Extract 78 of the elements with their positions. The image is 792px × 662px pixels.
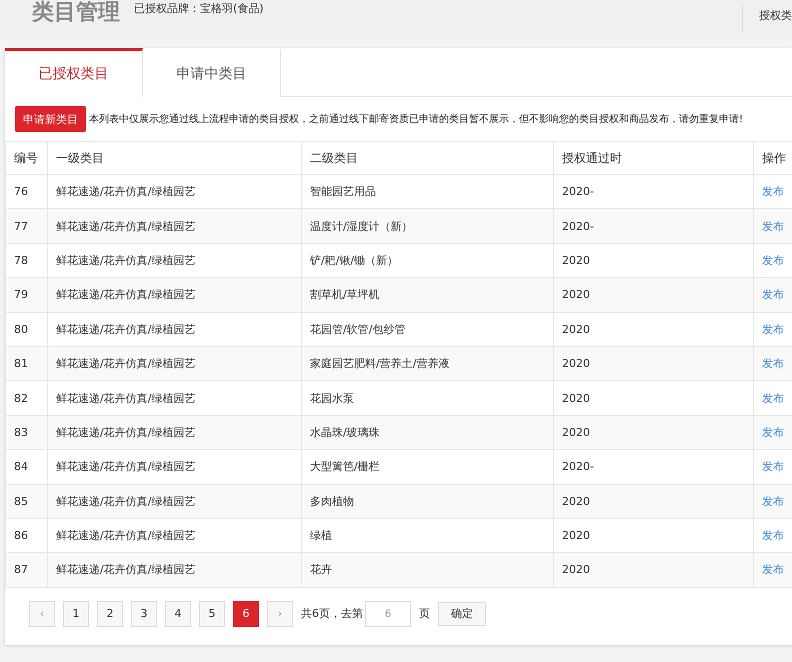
table-cell: 花园管/软管/包纱管 bbox=[301, 312, 553, 346]
table-cell: 温度计/湿度计（新） bbox=[301, 208, 553, 243]
column-header: 操作 bbox=[753, 141, 792, 174]
publish-link[interactable]: 发布 bbox=[762, 390, 784, 406]
authorized-categories-link[interactable]: 授权类 bbox=[742, 4, 792, 32]
table-cell: 鲜花速递/花卉仿真/绿植园艺 bbox=[47, 277, 301, 312]
table-cell: 2020 bbox=[553, 380, 753, 415]
table-cell: 2020 bbox=[553, 414, 753, 450]
table-cell: 81 bbox=[5, 346, 47, 380]
table-cell: 鲜花速递/花卉仿真/绿植园艺 bbox=[47, 174, 301, 208]
prev-page-button[interactable]: ‹ bbox=[29, 600, 55, 627]
table-cell: 鲜花速递/花卉仿真/绿植园艺 bbox=[47, 208, 301, 243]
table-cell: 84 bbox=[5, 449, 47, 484]
page-button[interactable]: 4 bbox=[165, 600, 191, 627]
table-cell: 2020 bbox=[553, 242, 753, 278]
next-page-button[interactable]: › bbox=[267, 600, 293, 627]
page-button[interactable]: 3 bbox=[131, 600, 157, 627]
confirm-button[interactable]: 确定 bbox=[438, 602, 486, 626]
table-cell: 2020- bbox=[553, 208, 753, 243]
table-cell: 2020- bbox=[553, 174, 753, 208]
table-cell: 鲜花速递/花卉仿真/绿植园艺 bbox=[47, 484, 301, 518]
page-summary: 共6页，去第 bbox=[301, 606, 363, 622]
column-header: 编号 bbox=[5, 141, 47, 174]
publish-link[interactable]: 发布 bbox=[762, 528, 784, 544]
table-cell: 鲜花速递/花卉仿真/绿植园艺 bbox=[47, 518, 301, 552]
table-cell: 鲜花速递/花卉仿真/绿植园艺 bbox=[47, 380, 301, 415]
table-cell: 78 bbox=[5, 242, 47, 278]
table-cell: 水晶珠/玻璃珠 bbox=[301, 414, 553, 450]
table-cell: 2020 bbox=[553, 312, 753, 346]
table-cell: 80 bbox=[5, 312, 47, 346]
apply-category-button[interactable]: 申请新类目 bbox=[15, 106, 86, 132]
column-header: 二级类目 bbox=[301, 141, 553, 174]
table-cell: 2020 bbox=[553, 277, 753, 312]
table-cell: 76 bbox=[5, 174, 47, 208]
brand-label: 已授权品牌：宝格羽(食品) bbox=[134, 1, 264, 17]
publish-link[interactable]: 发布 bbox=[762, 322, 784, 337]
page-button[interactable]: 6 bbox=[233, 600, 259, 627]
page-title: 类目管理 bbox=[32, 0, 120, 26]
publish-link[interactable]: 发布 bbox=[762, 459, 784, 474]
table-cell: 77 bbox=[5, 208, 47, 243]
table-cell: 85 bbox=[5, 484, 47, 518]
table-cell: 多肉植物 bbox=[301, 484, 553, 518]
table-cell: 家庭园艺肥料/营养土/营养液 bbox=[301, 346, 553, 380]
table-cell: 79 bbox=[5, 277, 47, 312]
table-cell: 鲜花速递/花卉仿真/绿植园艺 bbox=[47, 312, 301, 346]
table-cell: 割草机/草坪机 bbox=[301, 277, 553, 312]
column-header: 授权通过时 bbox=[553, 141, 753, 174]
table-cell: 2020 bbox=[553, 518, 753, 552]
table-cell: 鲜花速递/花卉仿真/绿植园艺 bbox=[47, 414, 301, 450]
publish-link[interactable]: 发布 bbox=[762, 184, 784, 200]
table-cell: 2020 bbox=[553, 552, 753, 587]
page-unit: 页 bbox=[419, 606, 430, 622]
table-cell: 花园水泵 bbox=[301, 380, 553, 415]
table-cell: 大型篱笆/栅栏 bbox=[301, 449, 553, 484]
tab[interactable]: 申请中类目 bbox=[143, 48, 281, 97]
table-cell: 87 bbox=[5, 552, 47, 587]
table-cell: 82 bbox=[5, 380, 47, 415]
page-button[interactable]: 2 bbox=[97, 600, 123, 627]
column-header: 一级类目 bbox=[47, 141, 301, 174]
table-cell: 86 bbox=[5, 518, 47, 552]
tab[interactable]: 已授权类目 bbox=[5, 48, 143, 97]
table-cell: 83 bbox=[5, 414, 47, 450]
page-button[interactable]: 1 bbox=[63, 600, 89, 627]
table-cell: 2020 bbox=[553, 484, 753, 518]
notice-text: 本列表中仅展示您通过线上流程申请的类目授权，之前通过线下邮寄资质已申请的类目暂不展示，但不影响您的类目授权和商品发布，请勿重复申请! bbox=[89, 112, 744, 126]
publish-link[interactable]: 发布 bbox=[762, 252, 784, 268]
table-cell: 鲜花速递/花卉仿真/绿植园艺 bbox=[47, 242, 301, 278]
table-cell: 鲜花速递/花卉仿真/绿植园艺 bbox=[47, 449, 301, 484]
table-cell: 智能园艺用品 bbox=[301, 174, 553, 208]
table-cell: 鲜花速递/花卉仿真/绿植园艺 bbox=[47, 552, 301, 587]
table-cell: 2020- bbox=[553, 449, 753, 484]
table-cell: 铲/耙/锹/锄（新） bbox=[301, 242, 553, 278]
table-cell: 绿植 bbox=[301, 518, 553, 552]
page-input-field[interactable]: 6 bbox=[365, 600, 411, 627]
table-cell: 花卉 bbox=[301, 552, 553, 587]
page-button[interactable]: 5 bbox=[199, 600, 225, 627]
table-cell: 2020 bbox=[553, 346, 753, 380]
table-cell: 鲜花速递/花卉仿真/绿植园艺 bbox=[47, 346, 301, 380]
